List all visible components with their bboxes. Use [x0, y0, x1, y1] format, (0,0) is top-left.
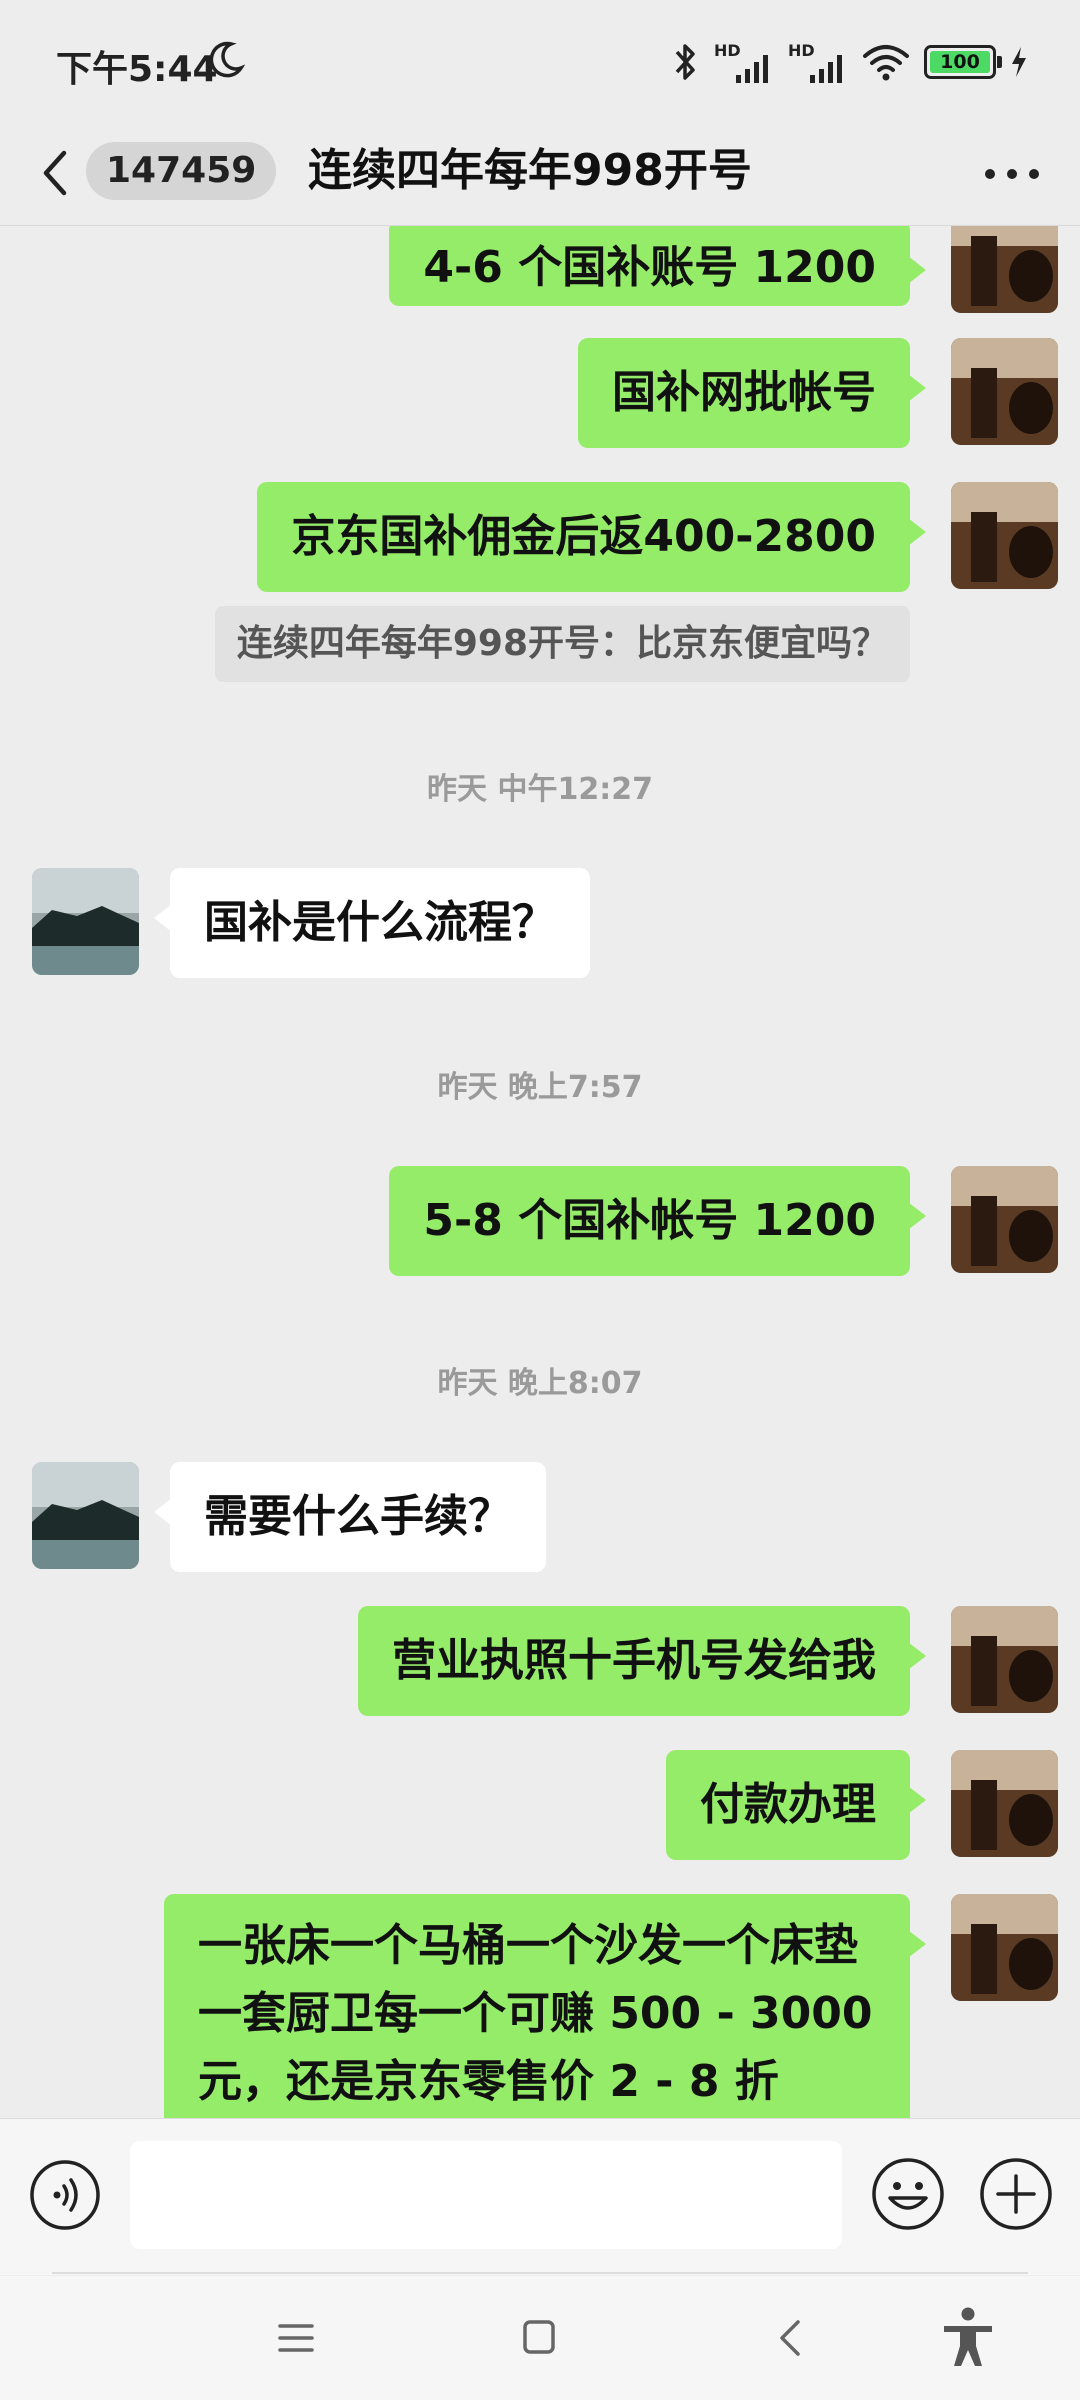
incoming-message[interactable]: 国补是什么流程？ [154, 868, 590, 978]
avatar-self[interactable] [951, 1750, 1058, 1857]
incoming-message[interactable]: 需要什么手续？ [154, 1462, 546, 1572]
battery-icon: 100 [924, 45, 1002, 79]
message-line: 元，还是京东零售价 2 - 8 折 [198, 2056, 779, 2107]
outgoing-message[interactable]: 营业执照十手机号发给我 [358, 1606, 926, 1716]
moon-icon [209, 41, 245, 78]
plus-icon[interactable] [978, 2156, 1054, 2232]
menu-icon[interactable] [276, 2320, 316, 2356]
message-line: 一张床一个马桶一个沙发一个床垫 [198, 1920, 858, 1971]
avatar-contact[interactable] [32, 868, 139, 975]
message-list[interactable]: 4-6 个国补账号 1200 国补网批帐号 京东国补佣金后返400-2800 连… [0, 226, 1080, 2118]
outgoing-message[interactable]: 国补网批帐号 [578, 338, 926, 448]
status-time: 下午5:44 [56, 49, 218, 90]
emoji-icon[interactable] [870, 2156, 946, 2232]
timestamp: 昨天 晚上7:57 [437, 1070, 643, 1105]
back-icon[interactable] [776, 2316, 804, 2360]
outgoing-message[interactable]: 5-8 个国补帐号 1200 [389, 1166, 926, 1276]
avatar-self[interactable] [951, 1166, 1058, 1273]
signal-icon: HD [714, 41, 774, 83]
signal-icon-2: HD [788, 41, 848, 83]
avatar-self[interactable] [951, 226, 1058, 313]
system-nav-bar [0, 2276, 1080, 2400]
message-input[interactable] [130, 2141, 842, 2249]
chevron-left-icon[interactable] [36, 143, 76, 203]
input-bar [0, 2118, 1080, 2275]
message-line: 一套厨卫每一个可赚 500 - 3000 [198, 1988, 873, 2039]
more-icon[interactable] [982, 159, 1042, 189]
wifi-icon [863, 45, 909, 81]
unread-badge[interactable]: 147459 [86, 142, 277, 200]
bluetooth-icon [675, 44, 695, 80]
outgoing-message[interactable]: 京东国补佣金后返400-2800 [257, 482, 926, 592]
timestamp: 昨天 晚上8:07 [437, 1366, 643, 1401]
outgoing-message[interactable]: 一张床一个马桶一个沙发一个床垫 一套厨卫每一个可赚 500 - 3000 元，还… [164, 1894, 926, 2118]
voice-icon[interactable] [28, 2158, 102, 2232]
avatar-self[interactable] [951, 1894, 1058, 2001]
avatar-contact[interactable] [32, 1462, 139, 1569]
avatar-self[interactable] [951, 338, 1058, 445]
avatar-self[interactable] [951, 1606, 1058, 1713]
chat-title: 连续四年每年998开号 [308, 145, 752, 196]
outgoing-message[interactable]: 付款办理 [666, 1750, 926, 1860]
timestamp: 昨天 中午12:27 [427, 772, 653, 807]
chat-header: 147459 连续四年每年998开号 [0, 125, 1080, 226]
avatar-self[interactable] [951, 482, 1058, 589]
outgoing-message[interactable]: 4-6 个国补账号 1200 [389, 226, 926, 306]
home-icon[interactable] [522, 2318, 556, 2356]
status-icons: HD HD 100 [670, 38, 1028, 86]
divider [52, 2272, 1028, 2274]
accessibility-icon[interactable] [940, 2306, 996, 2368]
quoted-message[interactable]: 连续四年每年998开号：比京东便宜吗？ [214, 606, 910, 682]
charging-icon [1012, 47, 1026, 77]
status-bar: 下午5:44 HD HD 100 [0, 0, 1080, 125]
